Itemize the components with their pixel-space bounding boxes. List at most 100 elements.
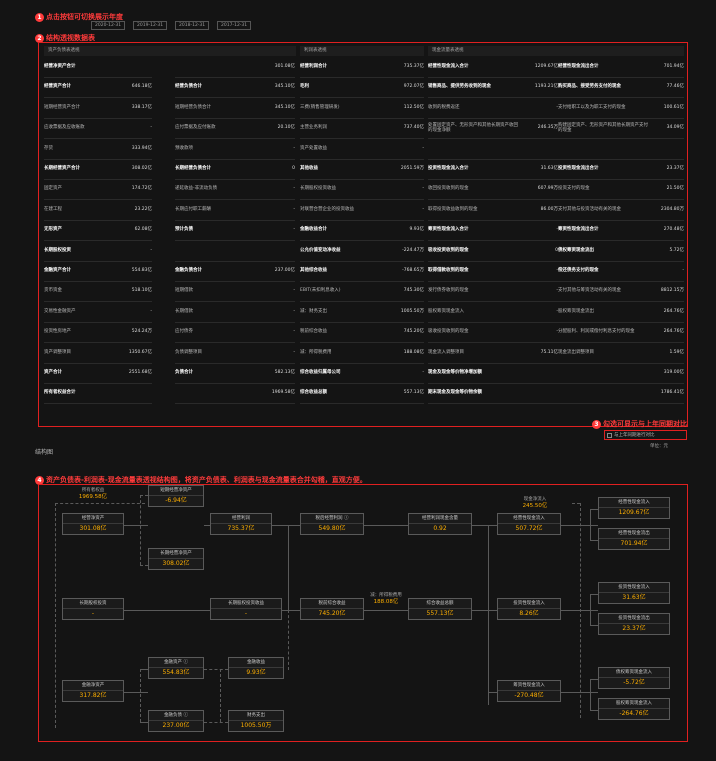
table-cell: 收到的税费返还 bbox=[428, 99, 518, 119]
node-value: -270.48亿 bbox=[514, 692, 544, 699]
connector-line bbox=[590, 625, 598, 626]
connector-line bbox=[288, 610, 289, 670]
table-cell: 短期借款 bbox=[175, 282, 245, 303]
table-cell: 23.22亿 bbox=[104, 201, 152, 221]
node-comp-total[interactable]: 综合收益总额 557.13亿 bbox=[408, 598, 472, 620]
node-inv-cf-net[interactable]: 投资性现金流入 8.26亿 bbox=[497, 598, 561, 620]
table-cell bbox=[518, 140, 558, 160]
table-cell: 综合收益总额 bbox=[300, 384, 370, 405]
node-value: - bbox=[244, 610, 248, 617]
connector-line bbox=[590, 509, 598, 510]
node-inv-in[interactable]: 投资性现金流入 31.63亿 bbox=[598, 582, 670, 604]
node-pretax-comp[interactable]: 税前综合收益 745.20亿 bbox=[300, 598, 364, 620]
table-cell: 经营性现金流入合计 bbox=[428, 58, 518, 78]
table-cell: 存货 bbox=[44, 140, 104, 160]
node-title: 投资性现金流出 bbox=[599, 614, 669, 624]
node-op-net[interactable]: 经营净资产 301.08亿 bbox=[62, 513, 124, 535]
table-cell: - bbox=[245, 201, 295, 221]
node-eq-cf[interactable]: 股权筹资现金流入 -264.76亿 bbox=[598, 698, 670, 720]
structure-title: 结构图 bbox=[35, 449, 54, 456]
table-cell: 31.63亿 bbox=[518, 160, 558, 180]
table-cell: 现金及现金等价物净增加额 bbox=[428, 364, 518, 384]
node-lt-op-net[interactable]: 长期经营净资产 308.02亿 bbox=[148, 548, 204, 570]
table-cell bbox=[175, 242, 245, 262]
table-cell: 销售商品、提供劳务收到的现金 bbox=[428, 78, 518, 99]
table-cell: 0 bbox=[518, 242, 558, 262]
table-cell: 8812.15万 bbox=[648, 282, 684, 303]
table-cell: 其他收益 bbox=[300, 160, 370, 180]
compare-checkbox[interactable] bbox=[607, 432, 612, 438]
cf-header: 现金流量表透视 bbox=[428, 46, 684, 56]
table-cell: 金融负债合计 bbox=[175, 262, 245, 282]
node-pretax-op[interactable]: 税后经营利润 ⓘ 549.80亿 bbox=[300, 513, 364, 535]
year-tab-2019[interactable]: 2019-12-31 bbox=[133, 21, 168, 30]
compare-checkbox-row[interactable]: 与上年同期进行对比 bbox=[604, 430, 687, 440]
table-cell: 301.08亿 bbox=[245, 58, 295, 78]
table-cell: 长期股权投资收益 bbox=[300, 180, 370, 201]
connector-line bbox=[124, 692, 148, 693]
table-cell: 237.00亿 bbox=[245, 262, 295, 282]
connector-line bbox=[204, 525, 210, 526]
node-fin-liab[interactable]: 金融负债 ⓘ 237.00亿 bbox=[148, 710, 204, 732]
table-cell: 188.08亿 bbox=[370, 344, 424, 364]
node-lt-equity-inv[interactable]: 长期股权投资 - bbox=[62, 598, 124, 620]
node-fin-inc[interactable]: 金融收益 9.93亿 bbox=[228, 657, 284, 679]
node-op-profit[interactable]: 经营利润 735.37亿 bbox=[210, 513, 272, 535]
connector-line bbox=[488, 525, 497, 526]
table-cell: -768.65万 bbox=[370, 262, 424, 282]
node-st-op-net[interactable]: 短期经营净资产 -6.94亿 bbox=[148, 485, 204, 507]
node-fin-exp[interactable]: 财务支出 1005.50万 bbox=[228, 710, 284, 732]
node-title: 长期股权投资 bbox=[63, 599, 123, 609]
connector-line bbox=[590, 509, 591, 541]
node-op-cf-in-net[interactable]: 经营性现金流入 507.72亿 bbox=[497, 513, 561, 535]
table-cell: 吸收投资收到的现金 bbox=[428, 323, 518, 344]
node-op-out[interactable]: 经营性现金流出 701.94亿 bbox=[598, 528, 670, 550]
node-title: 投资性现金流入 bbox=[599, 583, 669, 593]
table-cell: 减：所得税费用 bbox=[300, 344, 370, 364]
node-title: 短期经营净资产 bbox=[149, 486, 203, 496]
node-value: 549.80亿 bbox=[318, 525, 346, 532]
node-title: 长期股权投资收益 bbox=[211, 599, 281, 609]
compare-label: 与上年同期进行对比 bbox=[614, 433, 655, 438]
table-cell: - bbox=[245, 221, 295, 242]
table-cell: 1209.67亿 bbox=[518, 58, 558, 78]
table-cell bbox=[175, 384, 245, 405]
year-tab-2017[interactable]: 2017-12-31 bbox=[217, 21, 252, 30]
node-lt-equity-inc[interactable]: 长期股权投资收益 - bbox=[210, 598, 282, 620]
table-cell: 长期股权投资 bbox=[44, 242, 104, 262]
node-fin-net[interactable]: 金融净资产 317.82亿 bbox=[62, 680, 124, 702]
table-cell: 264.76亿 bbox=[648, 323, 684, 344]
table-cell: - bbox=[648, 262, 684, 282]
node-fund-cf-net[interactable]: 筹资性现金流入 -270.48亿 bbox=[497, 680, 561, 702]
connector-line bbox=[590, 710, 598, 711]
table-cell: 62.08亿 bbox=[104, 221, 152, 242]
table-cell: 金融收益合计 bbox=[300, 221, 370, 242]
year-tab-2020[interactable]: 2020-12-31 bbox=[91, 21, 126, 30]
table-cell: 34.09亿 bbox=[648, 119, 684, 140]
node-fin-asset[interactable]: 金融资产 ⓘ 554.83亿 bbox=[148, 657, 204, 679]
table-cell: - bbox=[518, 282, 558, 303]
node-op-cf-net[interactable]: 经营利润现金含量 0.92 bbox=[408, 513, 472, 535]
node-title: 经营性现金流出 bbox=[599, 529, 669, 539]
year-tab-2018[interactable]: 2018-12-31 bbox=[175, 21, 210, 30]
node-title: 长期经营净资产 bbox=[149, 549, 203, 559]
node-inv-out[interactable]: 投资性现金流出 23.37亿 bbox=[598, 613, 670, 635]
table-cell: 期末现金及现金等价物余额 bbox=[428, 384, 518, 405]
table-cell: 701.94亿 bbox=[648, 58, 684, 78]
is-header: 利润表透视 bbox=[300, 46, 424, 56]
node-value: - bbox=[91, 610, 95, 617]
table-cell: - bbox=[104, 242, 152, 262]
table-cell: - bbox=[518, 221, 558, 242]
table-cell: - bbox=[104, 119, 152, 140]
table-cell: 在建工程 bbox=[44, 201, 104, 221]
table-cell: 308.02亿 bbox=[104, 160, 152, 180]
table-cell: 支付其他与投资活动有关的现金 bbox=[558, 201, 648, 221]
node-op-in[interactable]: 经营性现金流入 1209.67亿 bbox=[598, 497, 670, 519]
connector-line bbox=[282, 610, 300, 611]
table-cell: 长期应付职工薪酬 bbox=[175, 201, 245, 221]
node-title: 经营性现金流入 bbox=[498, 514, 560, 524]
table-cell: 737.40亿 bbox=[370, 119, 424, 140]
node-debt-cf[interactable]: 债权筹资现金流入 -5.72亿 bbox=[598, 667, 670, 689]
table-cell: 345.10亿 bbox=[245, 78, 295, 99]
table-cell: 投资性现金流出合计 bbox=[558, 160, 648, 180]
